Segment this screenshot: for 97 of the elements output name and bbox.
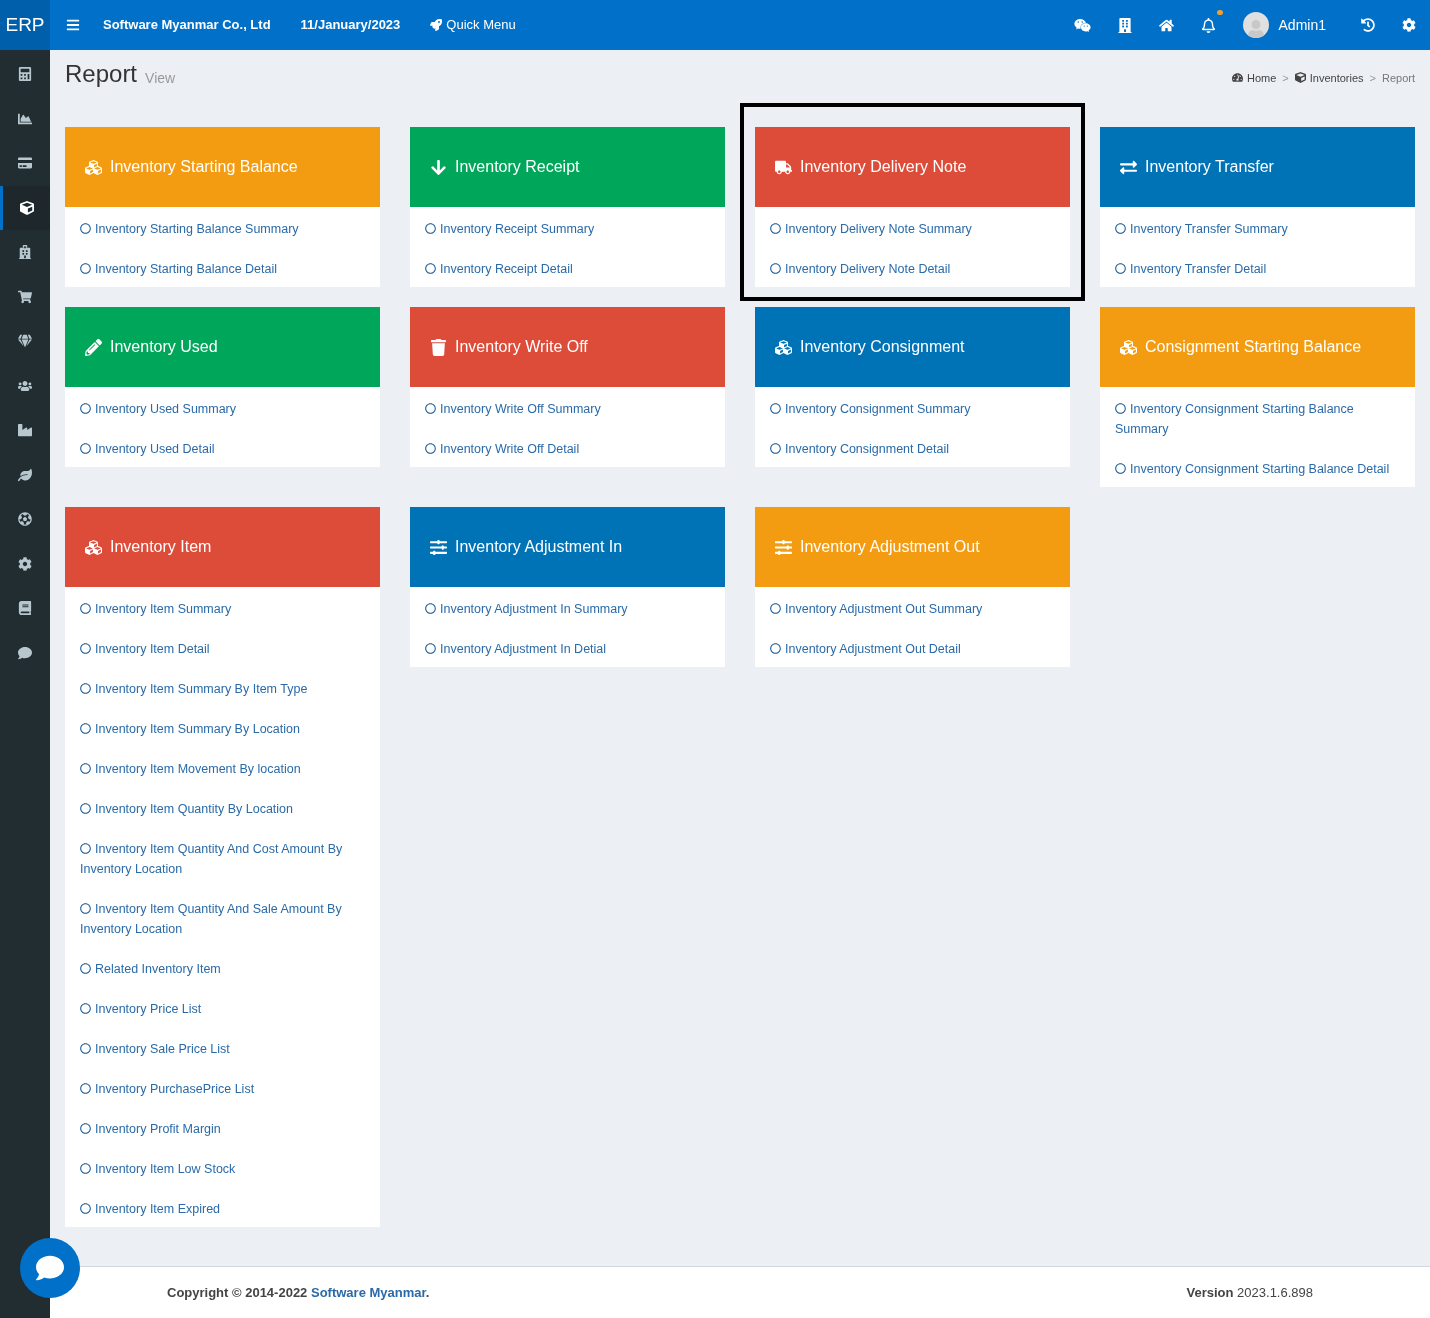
dashboard-icon (1231, 72, 1243, 84)
notification-bell-icon[interactable] (1200, 17, 1216, 33)
report-link[interactable]: Inventory Starting Balance Summary (80, 219, 365, 239)
report-link[interactable]: Inventory Transfer Summary (1115, 219, 1400, 239)
wechat-icon[interactable] (1073, 16, 1091, 34)
report-link[interactable]: Inventory Consignment Starting Balance Summary (1115, 399, 1400, 439)
report-link[interactable]: Inventory Used Summary (80, 399, 365, 419)
report-link[interactable]: Inventory Transfer Detail (1115, 259, 1400, 279)
card-title: Inventory Item (110, 537, 212, 557)
report-link[interactable]: Inventory Item Quantity And Cost Amount By Inventory Location (80, 839, 365, 879)
sidebar-item[interactable] (0, 185, 50, 230)
copyright-text: Copyright © 2014-2022 Software Myanmar. (167, 1283, 430, 1302)
calculator-icon (18, 67, 32, 82)
pencil-icon (85, 338, 102, 356)
card-title: Inventory Used (110, 337, 218, 357)
user-avatar[interactable] (1242, 12, 1269, 38)
breadcrumb-separator: > (1369, 70, 1376, 86)
arrow-down-icon (430, 158, 447, 176)
trash-icon (430, 338, 447, 356)
cubes-icon (85, 158, 102, 176)
card-title: Inventory Adjustment Out (800, 537, 980, 557)
logo[interactable]: ERP (0, 0, 50, 50)
card-title: Inventory Receipt (455, 157, 580, 177)
cubes-icon (775, 338, 792, 356)
report-link[interactable]: Inventory Write Off Detail (425, 439, 710, 459)
building-icon (18, 245, 32, 260)
area-chart-icon (18, 111, 32, 126)
page-title: Report (65, 59, 138, 89)
card-title: Inventory Consignment (800, 337, 965, 357)
report-link[interactable]: Inventory Write Off Summary (425, 399, 710, 419)
report-link[interactable]: Inventory Delivery Note Summary (770, 219, 1055, 239)
breadcrumb-link[interactable]: Inventories (1294, 69, 1364, 86)
home-icon[interactable] (1158, 17, 1174, 33)
report-link[interactable]: Inventory Item Summary (80, 599, 365, 619)
current-date: 11/January/2023 (300, 16, 401, 35)
report-link[interactable]: Inventory Starting Balance Detail (80, 259, 365, 279)
report-link[interactable]: Inventory Adjustment In Detial (425, 639, 710, 659)
report-link[interactable]: Inventory Receipt Summary (425, 219, 710, 239)
report-link[interactable]: Inventory Item Quantity By Location (80, 799, 365, 819)
report-link[interactable]: Inventory Item Low Stock (80, 1159, 365, 1179)
breadcrumb-link[interactable]: Home (1231, 69, 1277, 86)
users-icon (18, 378, 32, 393)
rocket-icon (430, 19, 443, 31)
card-title: Inventory Adjustment In (455, 537, 623, 557)
history-icon[interactable] (1361, 18, 1375, 32)
report-link[interactable]: Inventory Adjustment Out Summary (770, 599, 1055, 619)
shopping-cart-icon (18, 289, 32, 304)
book-icon (18, 601, 32, 616)
report-link[interactable]: Inventory Item Summary By Item Type (80, 679, 365, 699)
menu-icon[interactable] (66, 18, 80, 32)
chat-icon (18, 645, 32, 660)
building-icon[interactable] (1117, 17, 1132, 33)
sliders-icon (430, 538, 447, 556)
report-link[interactable]: Inventory Used Detail (80, 439, 365, 459)
leaf-icon (18, 467, 32, 482)
card-title: Inventory Delivery Note (800, 157, 967, 177)
report-link[interactable]: Inventory Delivery Note Detail (770, 259, 1055, 279)
card-title: Inventory Starting Balance (110, 157, 298, 177)
exchange-arrows-icon (1120, 158, 1137, 176)
report-link[interactable]: Inventory Consignment Summary (770, 399, 1055, 419)
chat-bubble-icon (36, 1254, 64, 1282)
report-link[interactable]: Inventory Adjustment Out Detail (770, 639, 1055, 659)
card-title: Inventory Transfer (1145, 157, 1274, 177)
report-link[interactable]: Inventory PurchasePrice List (80, 1079, 365, 1099)
breadcrumb-separator: > (1282, 70, 1289, 86)
settings-icon[interactable] (1402, 18, 1416, 32)
card-title: Consignment Starting Balance (1145, 337, 1362, 357)
report-link[interactable]: Inventory Consignment Detail (770, 439, 1055, 459)
report-link[interactable]: Inventory Price List (80, 999, 365, 1019)
report-link[interactable]: Inventory Item Movement By location (80, 759, 365, 779)
report-link[interactable]: Inventory Profit Margin (80, 1119, 365, 1139)
report-link[interactable]: Related Inventory Item (80, 959, 365, 979)
report-link[interactable]: Inventory Adjustment In Summary (425, 599, 710, 619)
settings-icon (18, 556, 32, 571)
company-link[interactable]: Software Myanmar (311, 1284, 426, 1300)
quick-menu-button[interactable]: Quick Menu (430, 15, 516, 35)
report-link[interactable]: Inventory Sale Price List (80, 1039, 365, 1059)
user-name[interactable]: Admin1 (1278, 14, 1326, 36)
report-link[interactable]: Inventory Item Quantity And Sale Amount By Inventory Location (80, 899, 365, 939)
credit-card-icon (18, 156, 32, 171)
factory-icon (18, 423, 32, 438)
page-subtitle: View (145, 69, 176, 88)
diamond-icon (18, 334, 32, 349)
version-text: Version 2023.1.6.898 (1186, 1283, 1313, 1302)
company-name: Software Myanmar Co., Ltd (103, 16, 271, 35)
cubes-icon (1120, 338, 1137, 356)
report-link[interactable]: Inventory Consignment Starting Balance Detail (1115, 459, 1400, 479)
sliders-icon (775, 538, 792, 556)
report-link[interactable]: Inventory Receipt Detail (425, 259, 710, 279)
cube-icon (19, 200, 34, 215)
report-link[interactable]: Inventory Item Detail (80, 639, 365, 659)
cubes-icon (85, 538, 102, 556)
report-link[interactable]: Inventory Item Summary By Location (80, 719, 365, 739)
report-link[interactable]: Inventory Item Expired (80, 1199, 365, 1219)
cube-icon (1294, 72, 1306, 84)
truck-icon (775, 158, 792, 176)
card-title: Inventory Write Off (455, 337, 588, 357)
